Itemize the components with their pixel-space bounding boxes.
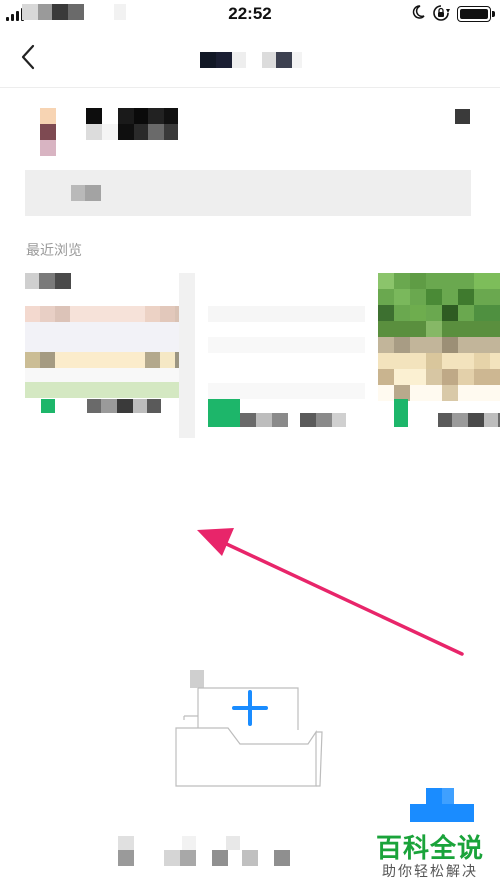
empty-folder-plus-icon [175, 670, 323, 787]
search-box[interactable] [25, 170, 471, 216]
recent-card[interactable] [25, 273, 195, 438]
battery-level [460, 9, 488, 19]
recent-card[interactable] [208, 273, 365, 433]
card-meta-pixelated [208, 399, 346, 427]
watermark: 百科全说 助你轻松解决 [370, 788, 500, 888]
card-meta-pixelated [394, 399, 500, 427]
card-title-pixelated [25, 273, 71, 289]
recent-card[interactable] [378, 273, 500, 433]
watermark-subtitle: 助你轻松解决 [382, 864, 478, 880]
status-bar: 22:52 [0, 0, 500, 30]
card-scroll-shadow [179, 273, 195, 438]
card-meta-pixelated [41, 399, 161, 413]
card-image-pixelated [378, 273, 500, 401]
empty-state-text-pixelated [118, 836, 290, 866]
card-image-pixelated [25, 306, 195, 322]
chevron-left-icon[interactable] [14, 42, 44, 72]
search-placeholder-pixelated [71, 185, 101, 201]
card-image-pixelated [25, 322, 195, 352]
nav-bar [0, 30, 500, 88]
battery-icon [457, 6, 495, 22]
card-image-pixelated [208, 337, 365, 353]
nav-title-pixelated [200, 52, 302, 68]
card-image-pixelated [25, 352, 195, 368]
card-image-pixelated [208, 306, 365, 322]
rotation-lock-icon [433, 5, 450, 21]
moon-icon [412, 5, 425, 19]
card-image-pixelated [25, 382, 195, 398]
watermark-title: 百科全说 [376, 834, 485, 864]
watermark-logo-icon [410, 788, 474, 822]
profile-name-pixelated [86, 108, 178, 140]
card-image-pixelated [208, 383, 365, 399]
profile-action-icon[interactable] [455, 109, 470, 124]
avatar[interactable] [40, 108, 56, 156]
section-title-recent: 最近浏览 [26, 242, 82, 258]
card-image-pixelated [25, 368, 195, 382]
